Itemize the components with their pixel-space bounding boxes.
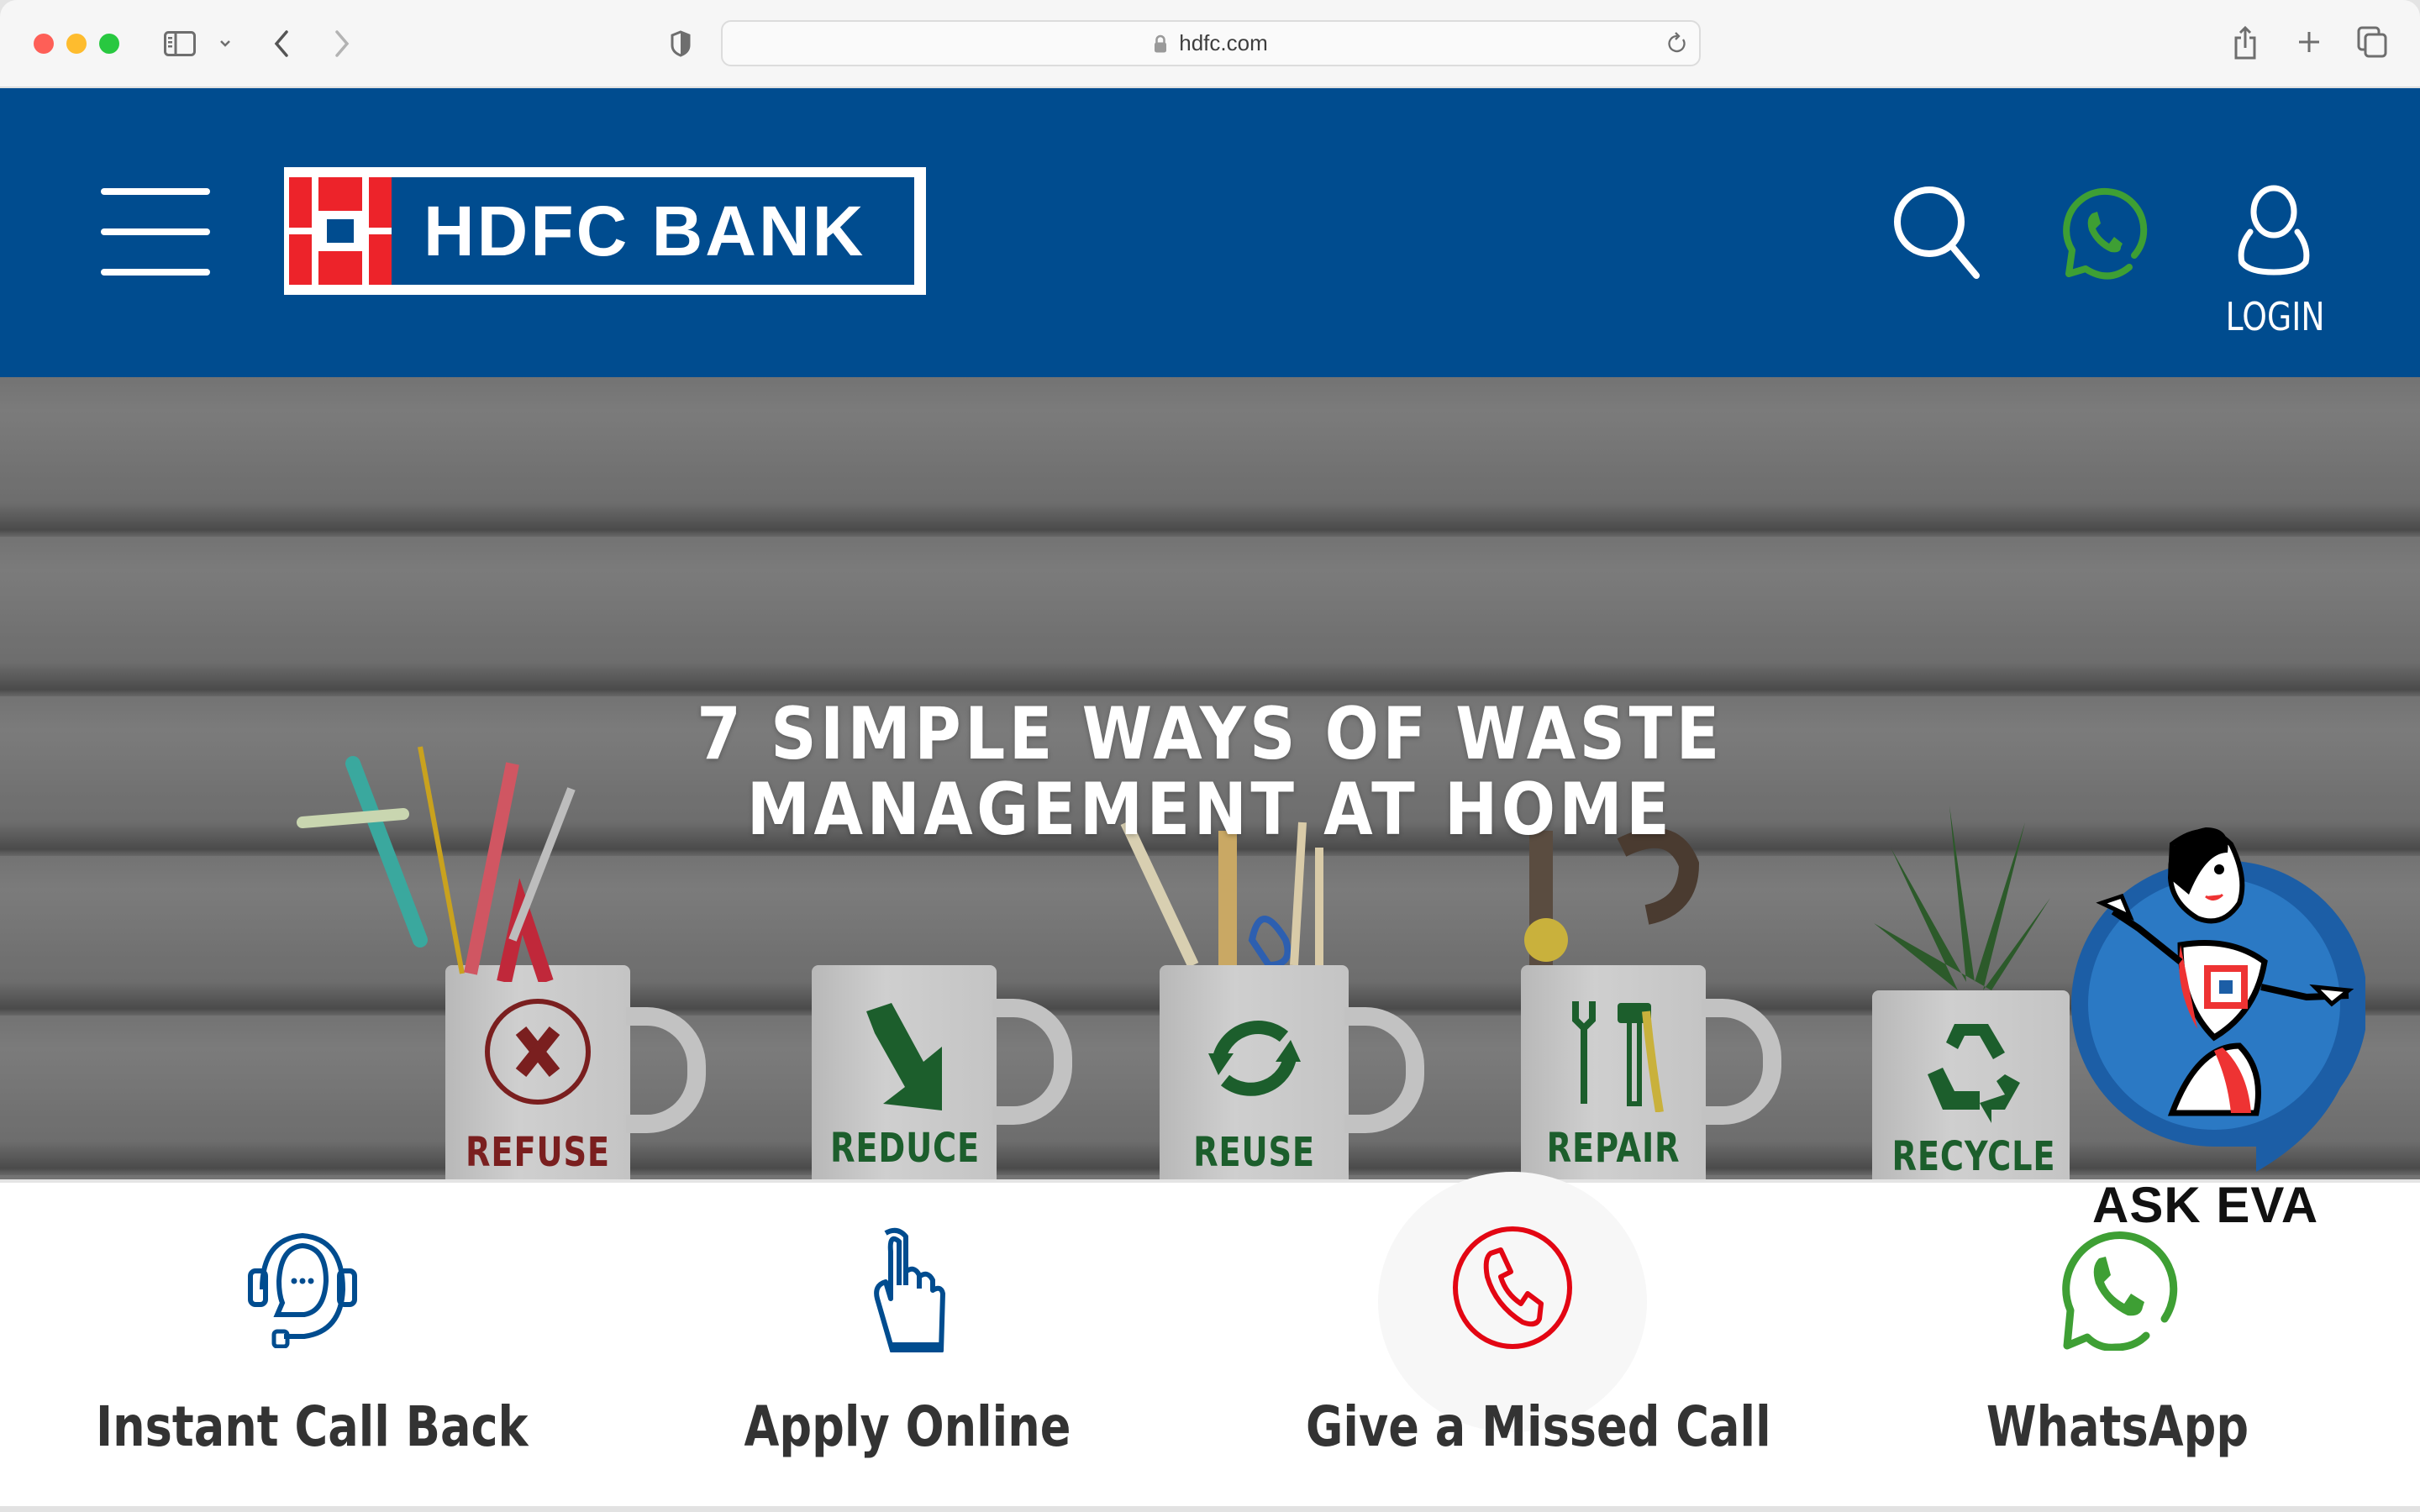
headset-chat-icon [248, 1232, 357, 1348]
mug-label: RECYCLE [1891, 1133, 2056, 1179]
phone-circle-icon [1453, 1226, 1572, 1349]
action-whatsapp[interactable]: WhatsApp [1865, 0, 2370, 1459]
refuse-x-icon [485, 999, 591, 1105]
mug-label: REPAIR [1546, 1125, 1681, 1172]
mug-refuse: REFUSE [445, 965, 706, 1179]
mug-repair: REPAIR [1521, 965, 1781, 1179]
hero-banner[interactable]: REFUSE REDUCE REUSE REPAIR RECYCLE 7 SIM… [0, 377, 2420, 1179]
mug-label: REFUSE [466, 1129, 610, 1176]
hero-title-line-1: 7 SIMPLE WAYS OF WASTE [697, 692, 1723, 776]
action-label: WhatsApp [1986, 1394, 2249, 1459]
whatsapp-icon [2062, 1231, 2178, 1351]
ask-eva-chatbot-button[interactable] [2063, 819, 2368, 1172]
arrow-down-right-icon [866, 1003, 942, 1110]
mug-reduce: REDUCE [812, 965, 1072, 1179]
tools-icon [1572, 1001, 1664, 1112]
url-text: hdfc.com [1179, 30, 1268, 55]
action-instant-call-back[interactable]: Instant Call Back [50, 0, 555, 1459]
mug-label: REDUCE [830, 1125, 981, 1172]
action-label: Instant Call Back [96, 1394, 529, 1459]
mug-recycle: RECYCLE [1872, 990, 2070, 1179]
page-bottom-edge [0, 1506, 2420, 1512]
mug-label: REUSE [1193, 1129, 1315, 1176]
recycle-icon [1927, 1024, 2020, 1123]
action-give-missed-call[interactable]: Give a Missed Call [1260, 0, 1771, 1459]
hero-title[interactable]: 7 SIMPLE WAYS OF WASTE MANAGEMENT AT HOM… [145, 696, 2275, 848]
ask-eva-label[interactable]: ASK EVA [2092, 1176, 2318, 1234]
hero-title-line-2: MANAGEMENT AT HOME [746, 768, 1674, 852]
action-label: Give a Missed Call [1306, 1394, 1771, 1459]
mug-reuse: REUSE [1160, 965, 1424, 1179]
hand-pointer-icon [874, 1227, 945, 1352]
reuse-cycle-icon [1207, 1021, 1301, 1096]
action-label: Apply Online [744, 1394, 1071, 1459]
action-apply-online[interactable]: Apply Online [655, 0, 1160, 1459]
eva-avatar-icon [2071, 827, 2368, 1172]
